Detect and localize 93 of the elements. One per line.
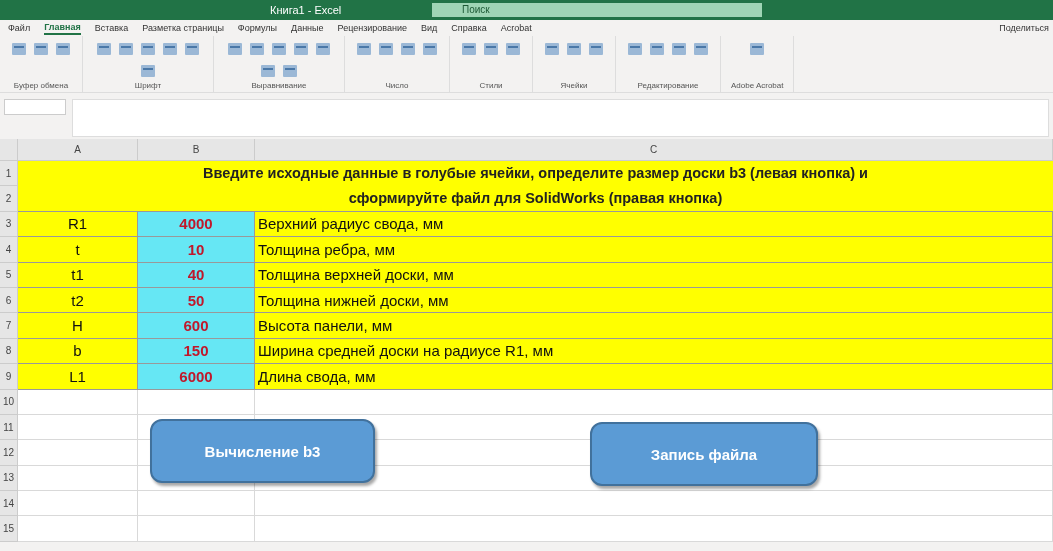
input-cell[interactable]: 6000 — [138, 364, 255, 390]
toolbar-icon[interactable] — [648, 40, 666, 58]
input-cell[interactable]: 10 — [138, 237, 255, 263]
toolbar-icon[interactable] — [117, 40, 135, 58]
group-label: Шрифт — [134, 81, 162, 90]
table-cell: Толщина ребра, мм — [255, 237, 1053, 263]
window-title: Книга1 - Excel — [270, 4, 342, 16]
toolbar-icon[interactable] — [270, 40, 288, 58]
ribbon-tab[interactable]: Данные — [291, 22, 324, 34]
ribbon-tab[interactable]: Вид — [421, 22, 438, 34]
row-header[interactable]: 1 — [0, 161, 18, 187]
toolbar-icon[interactable] — [248, 40, 266, 58]
input-cell[interactable]: 50 — [138, 287, 255, 314]
toolbar-icon[interactable] — [183, 40, 201, 58]
group-label: Выравнивание — [251, 81, 307, 90]
toolbar-icon[interactable] — [482, 40, 500, 58]
table-cell: L1 — [18, 364, 138, 390]
group-label: Буфер обмена — [13, 81, 69, 90]
toolbar-icon[interactable] — [355, 40, 373, 58]
ribbon-tab[interactable]: Вставка — [94, 22, 129, 34]
toolbar-icon[interactable] — [139, 62, 157, 80]
table-cell: Длина свода, мм — [255, 364, 1053, 390]
row-header[interactable]: 7 — [0, 313, 18, 339]
ribbon-tab[interactable]: Acrobat — [500, 22, 532, 34]
toolbar-icon[interactable] — [259, 62, 277, 80]
search-field[interactable]: Поиск — [432, 3, 762, 17]
group-label: Ячейки — [560, 81, 588, 90]
column-header[interactable]: A — [18, 139, 138, 161]
row-header[interactable]: 12 — [0, 440, 18, 466]
row-header[interactable]: 10 — [0, 389, 18, 415]
toolbar-icon[interactable] — [95, 40, 113, 58]
toolbar-icon[interactable] — [587, 40, 605, 58]
table-cell: Высота панели, мм — [255, 313, 1053, 339]
column-header[interactable]: B — [138, 139, 255, 161]
table-cell: t — [18, 237, 138, 263]
toolbar-icon[interactable] — [139, 40, 157, 58]
toolbar-icon[interactable] — [161, 40, 179, 58]
instruction-text: Введите исходные данные в голубые ячейки, определите размер доски b3 (левая кнопка) и сформируйте файл для SolidWorks (правая кнопка) — [18, 161, 1053, 212]
row-header[interactable]: 14 — [0, 491, 18, 517]
ribbon-tab[interactable]: Справка — [451, 22, 487, 34]
share-button[interactable]: Поделиться — [999, 23, 1049, 33]
row-header[interactable]: 2 — [0, 186, 18, 212]
ribbon-tab[interactable]: Файл — [8, 22, 31, 34]
toolbar-icon[interactable] — [692, 40, 710, 58]
toolbar-icon[interactable] — [32, 40, 50, 58]
input-cell[interactable]: 150 — [138, 338, 255, 365]
table-cell: Толщина нижней доски, мм — [255, 287, 1053, 314]
table-cell: t2 — [18, 287, 138, 314]
ribbon-tab[interactable]: Рецензирование — [337, 22, 408, 34]
group-label: Число — [385, 81, 409, 90]
toolbar-icon[interactable] — [292, 40, 310, 58]
toolbar-icon[interactable] — [504, 40, 522, 58]
row-header[interactable]: 8 — [0, 338, 18, 365]
toolbar-icon[interactable] — [314, 40, 332, 58]
column-header[interactable]: C — [255, 139, 1053, 161]
ribbon-tab[interactable]: Главная — [44, 21, 81, 35]
group-label: Adobe Acrobat — [731, 81, 784, 90]
table-cell: R1 — [18, 211, 138, 238]
toolbar-icon[interactable] — [460, 40, 478, 58]
toolbar-icon[interactable] — [748, 40, 767, 58]
toolbar-icon[interactable] — [377, 40, 395, 58]
table-cell: Толщина верхней доски, мм — [255, 262, 1053, 288]
toolbar-icon[interactable] — [10, 40, 28, 58]
toolbar-icon[interactable] — [670, 40, 688, 58]
row-header[interactable]: 5 — [0, 262, 18, 288]
toolbar-icon[interactable] — [565, 40, 583, 58]
toolbar-icon[interactable] — [226, 40, 244, 58]
ribbon-tab[interactable]: Формулы — [237, 22, 278, 34]
table-cell: Ширина средней доски на радиусе R1, мм — [255, 338, 1053, 365]
row-header[interactable]: 15 — [0, 516, 18, 542]
toolbar-icon[interactable] — [543, 40, 561, 58]
toolbar-icon[interactable] — [626, 40, 644, 58]
table-cell: H — [18, 313, 138, 339]
row-header[interactable]: 11 — [0, 414, 18, 441]
row-header[interactable]: 3 — [0, 211, 18, 238]
row-header[interactable]: 13 — [0, 465, 18, 492]
row-header[interactable]: 9 — [0, 364, 18, 390]
toolbar-icon[interactable] — [399, 40, 417, 58]
table-cell: b — [18, 338, 138, 365]
row-header[interactable]: 6 — [0, 287, 18, 314]
formula-field[interactable] — [72, 99, 1049, 137]
table-cell: Верхний радиус свода, мм — [255, 211, 1053, 238]
toolbar-icon[interactable] — [281, 62, 299, 80]
toolbar-icon[interactable] — [54, 40, 72, 58]
row-header[interactable]: 4 — [0, 237, 18, 263]
input-cell[interactable]: 40 — [138, 262, 255, 288]
toolbar-icon[interactable] — [421, 40, 439, 58]
input-cell[interactable]: 600 — [138, 313, 255, 339]
group-label: Стили — [479, 81, 503, 90]
group-label: Редактирование — [637, 81, 699, 90]
input-cell[interactable]: 4000 — [138, 211, 255, 238]
ribbon-tab[interactable]: Разметка страницы — [142, 22, 224, 34]
table-cell: t1 — [18, 262, 138, 288]
